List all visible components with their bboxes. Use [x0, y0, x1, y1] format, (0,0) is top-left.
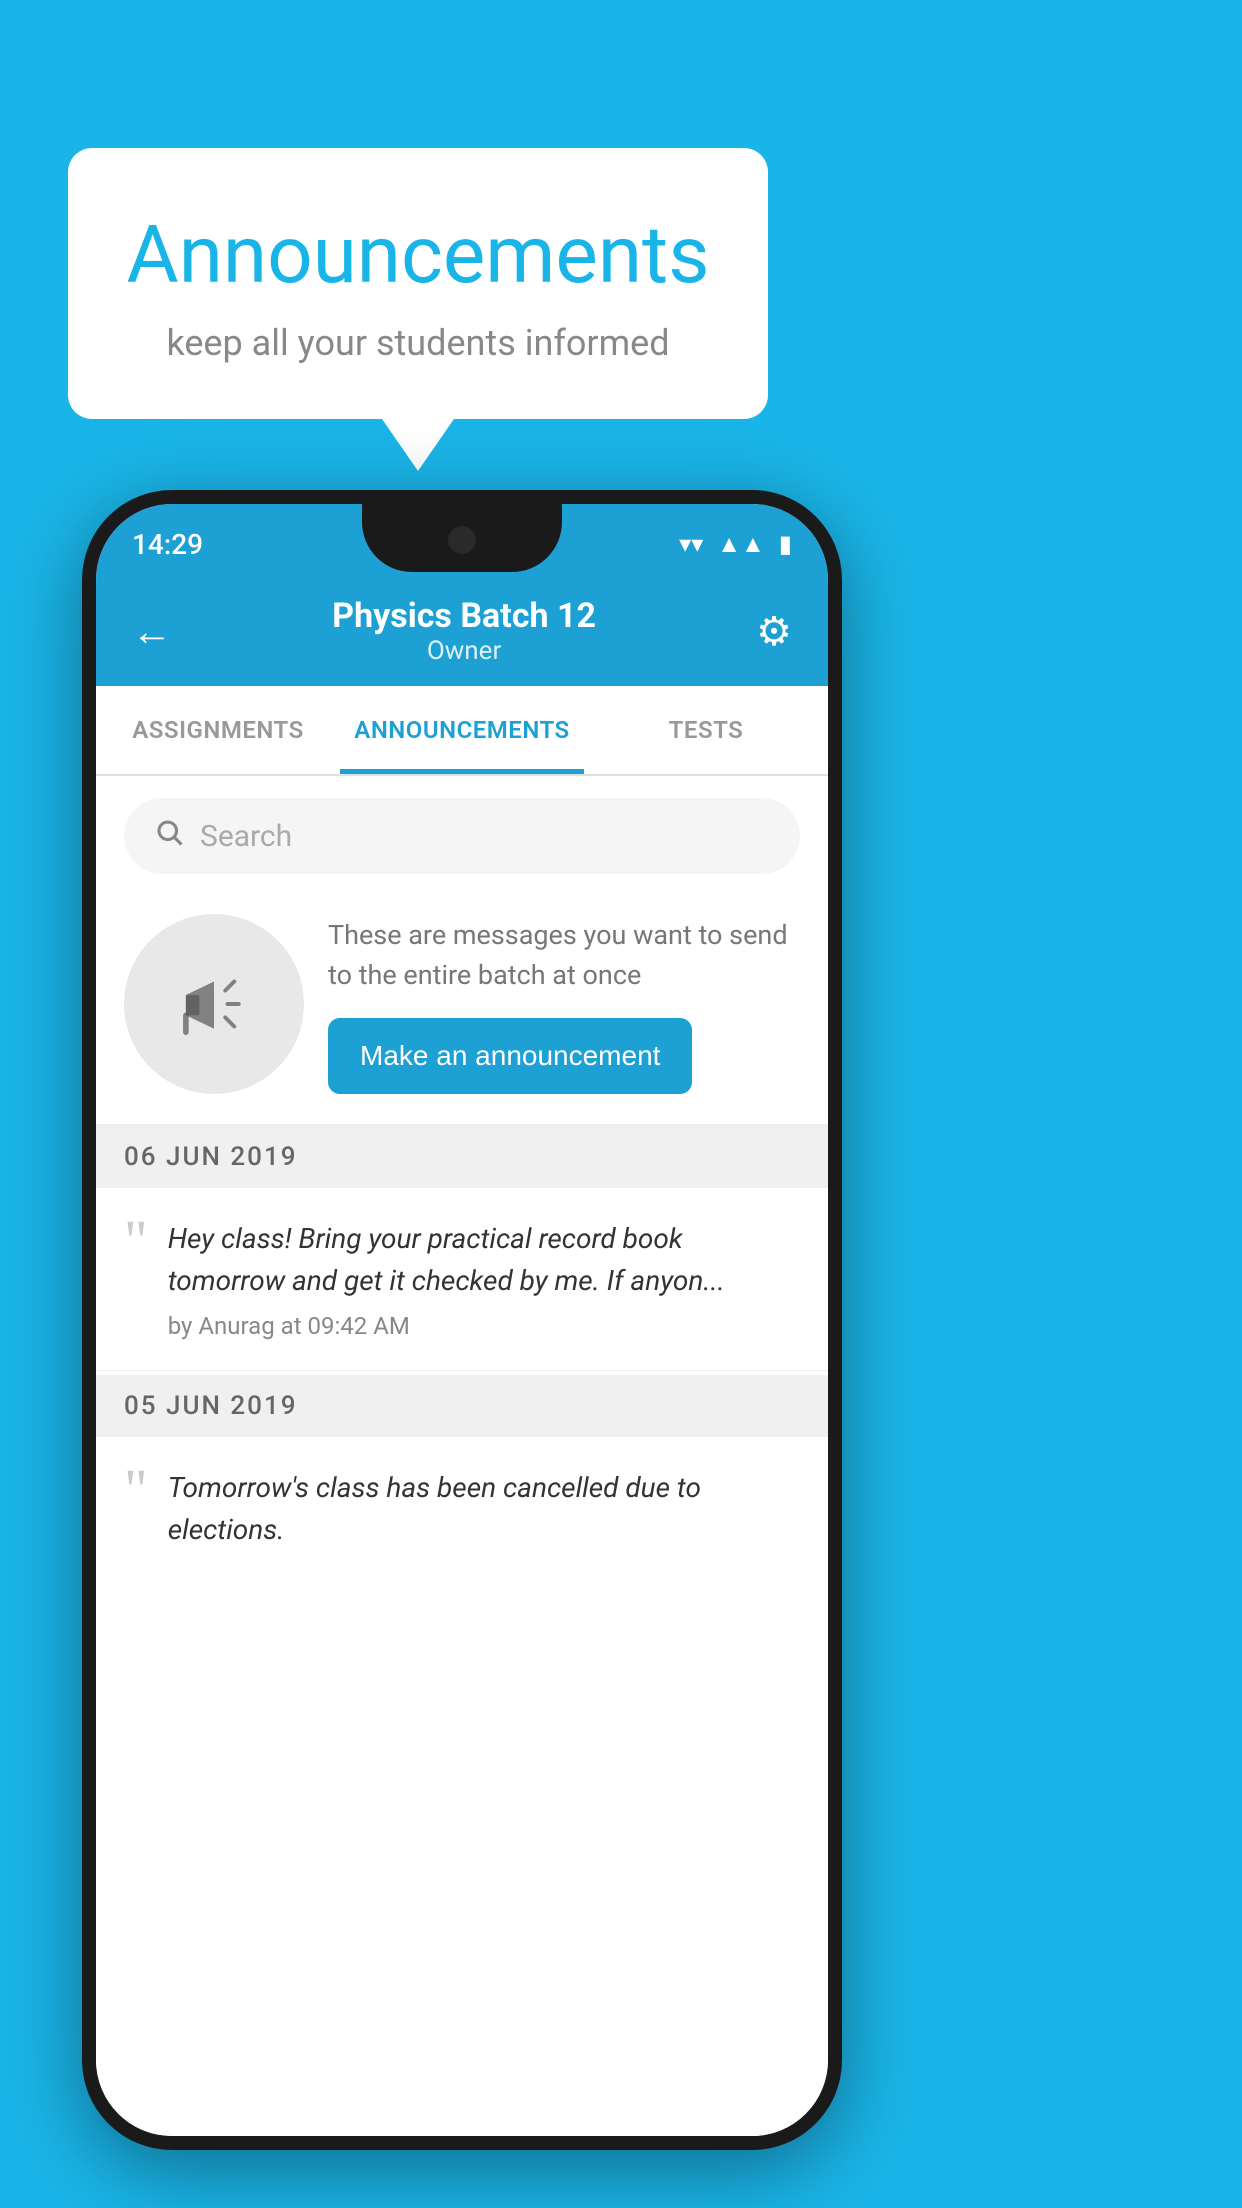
- phone-notch: [362, 504, 562, 572]
- speech-bubble: Announcements keep all your students inf…: [68, 148, 768, 419]
- phone-screen: 14:29 ▾▾ ▲▲ ▮ ← Physics Batch 12 Owner ⚙…: [96, 504, 828, 2136]
- announcement-item-2[interactable]: " Tomorrow's class has been cancelled du…: [96, 1437, 828, 1591]
- cta-right: These are messages you want to send to t…: [328, 915, 800, 1094]
- wifi-icon: ▾▾: [679, 530, 703, 558]
- quote-icon-2: ": [124, 1461, 148, 1519]
- megaphone-icon-circle: [124, 914, 304, 1094]
- signal-icon: ▲▲: [717, 530, 765, 559]
- phone-outer: 14:29 ▾▾ ▲▲ ▮ ← Physics Batch 12 Owner ⚙…: [82, 490, 842, 2150]
- back-button[interactable]: ←: [132, 608, 172, 655]
- screen-content: Search Thes: [96, 776, 828, 2136]
- tab-announcements[interactable]: ANNOUNCEMENTS: [340, 686, 584, 774]
- make-announcement-button[interactable]: Make an announcement: [328, 1018, 692, 1094]
- announcement-text-2: Tomorrow's class has been cancelled due …: [168, 1467, 800, 1561]
- search-bar[interactable]: Search: [124, 798, 800, 874]
- status-icons: ▾▾ ▲▲ ▮: [679, 522, 792, 559]
- announcement-text-1: Hey class! Bring your practical record b…: [168, 1218, 800, 1340]
- front-camera: [448, 526, 476, 554]
- app-bar: ← Physics Batch 12 Owner ⚙: [96, 576, 828, 686]
- search-placeholder: Search: [200, 819, 292, 854]
- cta-section: These are messages you want to send to t…: [96, 874, 828, 1126]
- date-divider-1: 06 JUN 2019: [96, 1126, 828, 1188]
- announcement-item-1[interactable]: " Hey class! Bring your practical record…: [96, 1188, 828, 1371]
- battery-icon: ▮: [779, 530, 792, 558]
- phone-mockup: 14:29 ▾▾ ▲▲ ▮ ← Physics Batch 12 Owner ⚙…: [82, 490, 842, 2170]
- bubble-title: Announcements: [118, 208, 718, 302]
- announcement-body-2: Tomorrow's class has been cancelled due …: [168, 1467, 800, 1551]
- quote-icon-1: ": [124, 1212, 148, 1270]
- app-bar-subtitle: Owner: [332, 636, 596, 666]
- settings-button[interactable]: ⚙: [756, 608, 792, 655]
- cta-description: These are messages you want to send to t…: [328, 915, 800, 996]
- announcement-meta-1: by Anurag at 09:42 AM: [168, 1312, 800, 1340]
- speech-bubble-wrapper: Announcements keep all your students inf…: [68, 148, 768, 419]
- date-divider-2: 05 JUN 2019: [96, 1375, 828, 1437]
- app-bar-title-group: Physics Batch 12 Owner: [332, 596, 596, 666]
- app-bar-title: Physics Batch 12: [332, 596, 596, 636]
- bubble-subtitle: keep all your students informed: [118, 322, 718, 364]
- status-time: 14:29: [132, 520, 203, 561]
- announcement-body-1: Hey class! Bring your practical record b…: [168, 1218, 800, 1302]
- tab-assignments[interactable]: ASSIGNMENTS: [96, 686, 340, 774]
- tab-tests[interactable]: TESTS: [584, 686, 828, 774]
- search-icon: [154, 816, 184, 856]
- tabs-bar: ASSIGNMENTS ANNOUNCEMENTS TESTS: [96, 686, 828, 776]
